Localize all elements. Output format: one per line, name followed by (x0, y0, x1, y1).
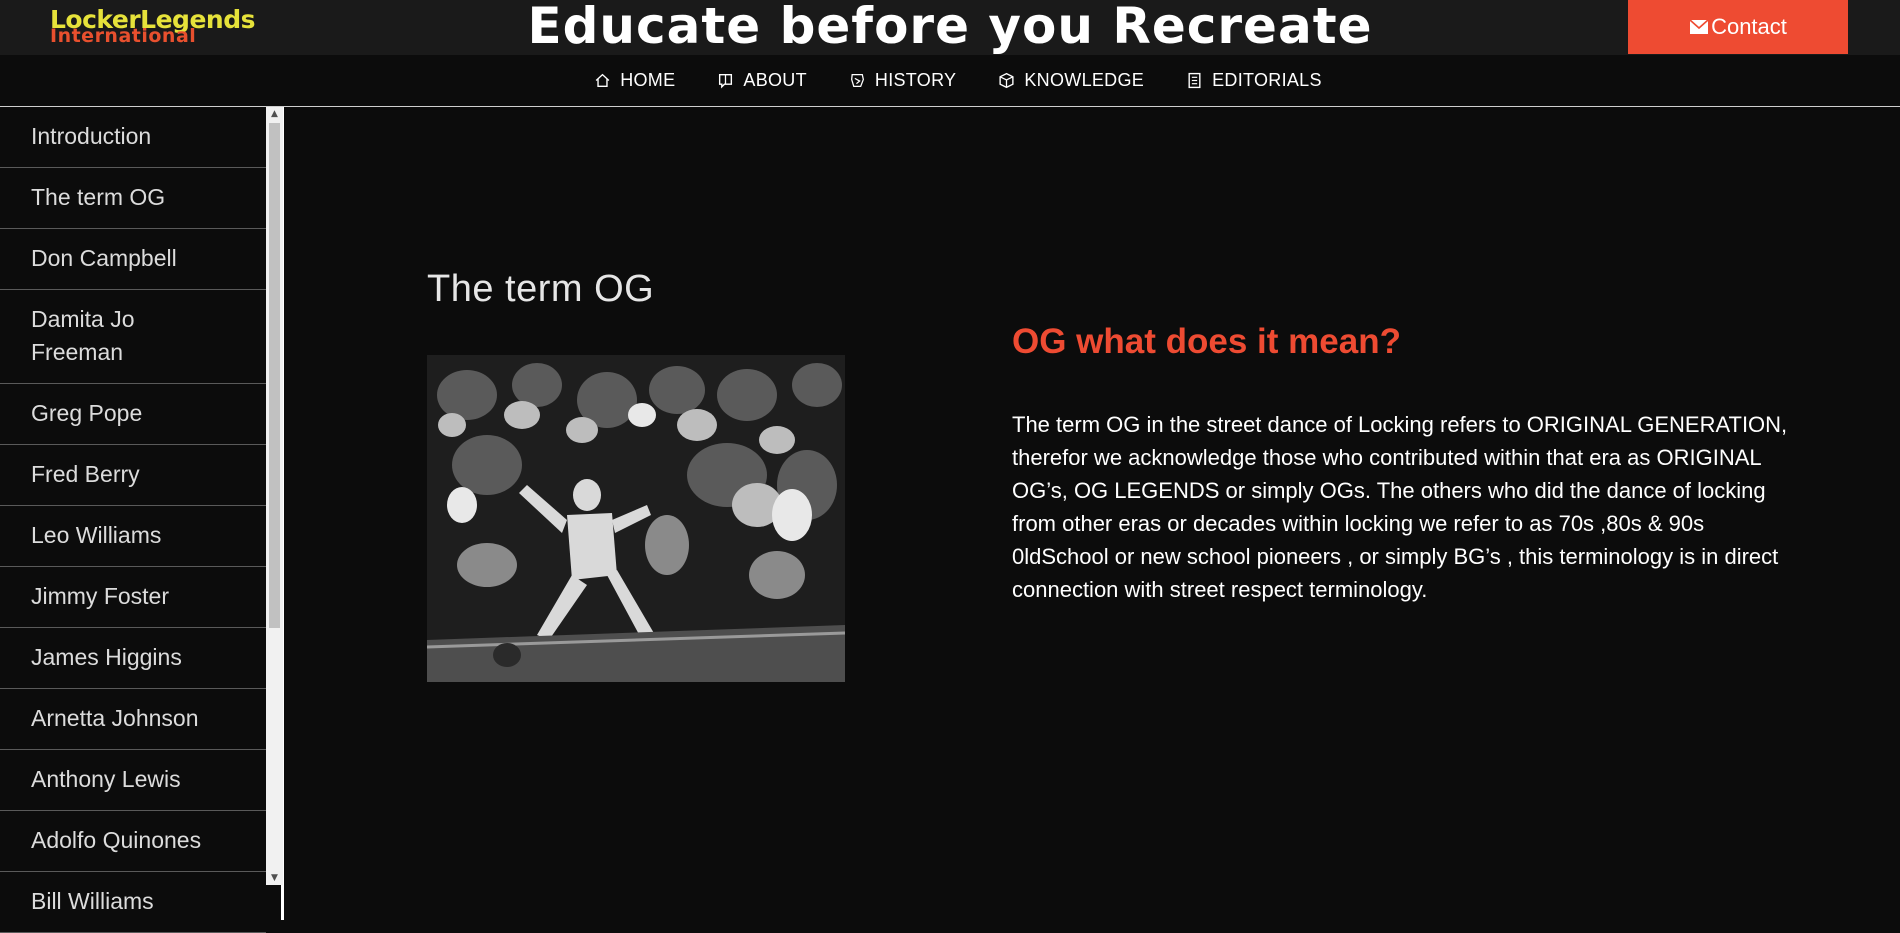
nav-label-editorials: EDITORIALS (1212, 70, 1322, 90)
nav-item-about[interactable]: ABOUT (717, 70, 807, 91)
nav-item-knowledge[interactable]: KNOWLEDGE (998, 70, 1144, 91)
scroll-up-arrow-icon[interactable]: ▲ (266, 107, 283, 121)
logo-sub-text: International (50, 25, 197, 47)
sidebar-item-don-campbell[interactable]: Don Campbell (0, 229, 266, 290)
sidebar-item-greg-pope[interactable]: Greg Pope (0, 384, 266, 445)
nav-item-history[interactable]: HISTORY (849, 70, 956, 91)
sidebar: Introduction The term OG Don Campbell Da… (0, 107, 284, 933)
sidebar-item-james-higgins[interactable]: James Higgins (0, 628, 266, 689)
article-heading: OG what does it mean? (1012, 322, 1401, 361)
sidebar-item-jimmy-foster[interactable]: Jimmy Foster (0, 567, 266, 628)
home-icon (595, 73, 610, 88)
scrollbar-thumb[interactable] (269, 123, 280, 628)
book-icon (719, 73, 733, 89)
main-nav: HOME ABOUT HISTORY KNOWLEDGE EDITORIALS (0, 55, 1900, 107)
history-icon (850, 74, 864, 87)
sidebar-item-leo-williams[interactable]: Leo Williams (0, 506, 266, 567)
site-title: Educate before you Recreate (527, 0, 1373, 55)
top-header: LockerLegends International Educate befo… (0, 0, 1900, 55)
sidebar-item-adolfo-quinones[interactable]: Adolfo Quinones (0, 811, 266, 872)
nav-item-editorials[interactable]: EDITORIALS (1186, 70, 1322, 91)
cube-icon (999, 72, 1014, 89)
nav-item-home[interactable]: HOME (594, 70, 675, 91)
crowd-dancer-image (427, 355, 845, 682)
nav-label-history: HISTORY (874, 70, 957, 90)
document-icon (1188, 72, 1201, 89)
contact-button[interactable]: Contact (1628, 0, 1848, 54)
sidebar-item-the-term-og[interactable]: The term OG (0, 168, 266, 229)
sidebar-item-anthony-lewis[interactable]: Anthony Lewis (0, 750, 266, 811)
sidebar-item-fred-berry[interactable]: Fred Berry (0, 445, 266, 506)
article-body: The term OG in the street dance of Locki… (1012, 412, 1788, 602)
section-title: The term OG (427, 268, 655, 310)
nav-label-knowledge: KNOWLEDGE (1024, 70, 1145, 90)
nav-label-about: ABOUT (743, 70, 807, 90)
contact-label: Contact (1711, 14, 1787, 39)
sidebar-item-damita-jo-freeman[interactable]: Damita Jo Freeman (0, 290, 266, 384)
site-logo[interactable]: LockerLegends International (50, 7, 280, 47)
sidebar-item-introduction[interactable]: Introduction (0, 107, 266, 168)
scroll-down-arrow-icon[interactable]: ▼ (266, 871, 283, 885)
sidebar-item-bill-williams[interactable]: Bill Williams (0, 872, 266, 933)
sidebar-item-arnetta-johnson[interactable]: Arnetta Johnson (0, 689, 266, 750)
sidebar-list: Introduction The term OG Don Campbell Da… (0, 107, 266, 933)
locking-dancer-photo (427, 355, 845, 682)
sidebar-scrollbar[interactable]: ▲ ▼ (266, 107, 283, 885)
nav-label-home: HOME (620, 70, 676, 90)
envelope-icon (1689, 19, 1709, 34)
